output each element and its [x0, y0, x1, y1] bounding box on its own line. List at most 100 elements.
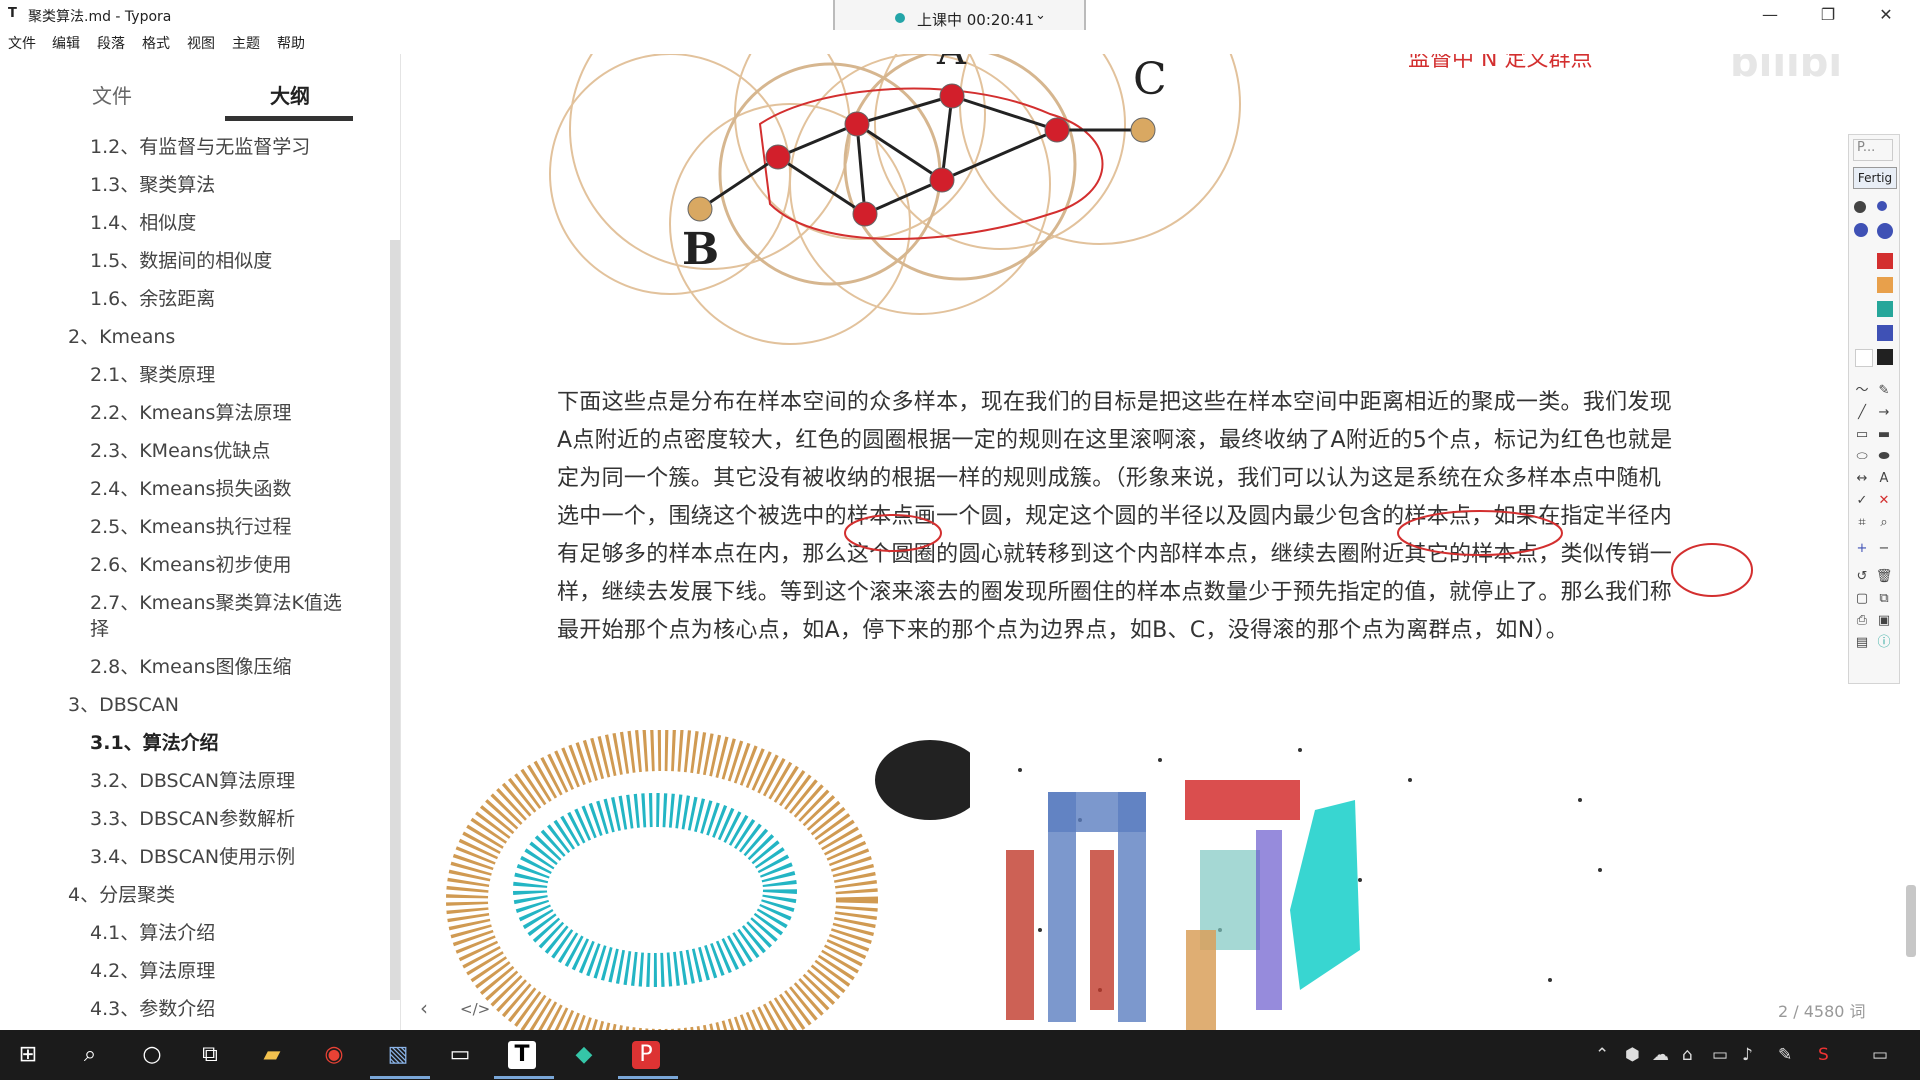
- app-green-icon[interactable]: ◆: [570, 1041, 598, 1069]
- copy-icon[interactable]: ⧉: [1875, 591, 1893, 607]
- pen-small-icon[interactable]: [1854, 201, 1866, 213]
- toolbar-pin-label[interactable]: P...: [1853, 139, 1893, 161]
- tab-outline[interactable]: 大纲: [270, 80, 310, 109]
- outline-item[interactable]: 1.5、数据间的相似度: [90, 248, 350, 274]
- outline-item[interactable]: 2.5、Kmeans执行过程: [90, 514, 350, 540]
- outline-item[interactable]: 1.4、相似度: [90, 210, 350, 236]
- line-icon[interactable]: ╱: [1853, 405, 1871, 421]
- minimize-button[interactable]: —: [1752, 4, 1788, 26]
- notification-icon[interactable]: ▭: [1872, 1045, 1888, 1065]
- pen-large-icon[interactable]: [1877, 223, 1893, 239]
- done-button[interactable]: Fertig: [1853, 167, 1897, 189]
- chrome-icon[interactable]: ◉: [320, 1041, 348, 1069]
- maximize-button[interactable]: ❐: [1810, 4, 1846, 26]
- network-icon[interactable]: ▭: [1712, 1045, 1728, 1065]
- tab-files[interactable]: 文件: [92, 80, 132, 109]
- terminal-icon[interactable]: ▭: [446, 1041, 474, 1069]
- rectangle-icon[interactable]: ▭: [1853, 427, 1871, 443]
- zoom-icon[interactable]: ⌕: [1875, 515, 1893, 531]
- outline-item[interactable]: 1.3、聚类算法: [90, 172, 350, 198]
- outline-item[interactable]: 4.2、算法原理: [90, 958, 350, 984]
- check-icon[interactable]: ✓: [1853, 493, 1871, 509]
- handwritten-note: 监督中 N 定义群点: [1408, 54, 1592, 72]
- outline-item[interactable]: 2.6、Kmeans初步使用: [90, 552, 350, 578]
- trash-icon[interactable]: 🗑: [1875, 569, 1893, 585]
- pdf-icon[interactable]: P: [632, 1041, 660, 1069]
- pencil-icon[interactable]: ✎: [1875, 383, 1893, 399]
- color-blue-swatch[interactable]: [1877, 325, 1893, 341]
- paint-icon[interactable]: ▧: [384, 1041, 412, 1069]
- outline-item[interactable]: 4.1、算法介绍: [90, 920, 350, 946]
- undo-icon[interactable]: ↺: [1853, 569, 1871, 585]
- outline-item[interactable]: 3、DBSCAN: [68, 692, 350, 718]
- filled-rect-icon[interactable]: ▬: [1875, 427, 1893, 443]
- ellipse-icon[interactable]: ⬭: [1853, 449, 1871, 465]
- page-icon[interactable]: ▢: [1853, 591, 1871, 607]
- freehand-icon[interactable]: 〜: [1853, 383, 1871, 399]
- menu-help[interactable]: 帮助: [277, 33, 305, 53]
- word-count[interactable]: 2 / 4580 词: [1778, 998, 1866, 1022]
- filled-ellipse-icon[interactable]: ⬬: [1875, 449, 1893, 465]
- outline-item[interactable]: 3.1、算法介绍: [90, 730, 350, 756]
- menu-view[interactable]: 视图: [187, 33, 215, 53]
- print-icon[interactable]: ⎙: [1853, 613, 1871, 629]
- search-icon[interactable]: ⌕: [76, 1041, 104, 1069]
- sidebar-scrollbar[interactable]: [390, 240, 400, 1000]
- outline-item[interactable]: 1.6、余弦距离: [90, 286, 350, 312]
- menu-paragraph[interactable]: 段落: [97, 33, 125, 53]
- outline-item[interactable]: 2.1、聚类原理: [90, 362, 350, 388]
- document-scrollbar[interactable]: [1906, 885, 1916, 957]
- text-icon[interactable]: A: [1875, 471, 1893, 487]
- color-orange-swatch[interactable]: [1877, 277, 1893, 293]
- device-icon[interactable]: ⌂: [1682, 1045, 1693, 1065]
- pen-tray-icon[interactable]: ✎: [1778, 1045, 1792, 1065]
- tray-app-icon[interactable]: ⬢: [1625, 1045, 1640, 1065]
- outline-item[interactable]: 2.3、KMeans优缺点: [90, 438, 350, 464]
- ink-annotations: [844, 510, 1753, 597]
- color-red-swatch[interactable]: [1877, 253, 1893, 269]
- plus-icon[interactable]: +: [1853, 541, 1871, 557]
- volume-icon[interactable]: ♪: [1742, 1045, 1753, 1065]
- outline-item[interactable]: 2.8、Kmeans图像压缩: [90, 654, 350, 680]
- cloud-icon[interactable]: ☁: [1652, 1045, 1669, 1065]
- back-icon[interactable]: ‹: [420, 996, 428, 1020]
- tray-chevron-icon[interactable]: ⌃: [1595, 1045, 1609, 1065]
- outline-item[interactable]: 2、Kmeans: [68, 324, 350, 350]
- ime-icon[interactable]: S: [1818, 1045, 1829, 1065]
- chevron-down-icon[interactable]: ⌄: [1035, 8, 1046, 23]
- windows-start-icon[interactable]: ⊞: [14, 1041, 42, 1069]
- color-teal-swatch[interactable]: [1877, 301, 1893, 317]
- close-button[interactable]: ✕: [1868, 4, 1904, 26]
- document-content: B C A 监督中 N 定义群点 bilibili 下面这些点是分布在样本空间的…: [400, 54, 1840, 1030]
- source-code-icon[interactable]: </>: [460, 1000, 490, 1018]
- outline-item[interactable]: 1.2、有监督与无监督学习: [90, 134, 350, 160]
- pen-medium-icon[interactable]: [1854, 223, 1868, 237]
- pen-dot-icon[interactable]: [1877, 201, 1887, 211]
- typora-icon[interactable]: T: [508, 1041, 536, 1069]
- cortana-icon[interactable]: ○: [138, 1041, 166, 1069]
- outline-item[interactable]: 3.4、DBSCAN使用示例: [90, 844, 350, 870]
- double-arrow-icon[interactable]: ↔: [1853, 471, 1871, 487]
- crop-icon[interactable]: ⌗: [1853, 515, 1871, 531]
- color-white-swatch[interactable]: [1855, 349, 1873, 367]
- outline-item[interactable]: 2.2、Kmeans算法原理: [90, 400, 350, 426]
- outline-item[interactable]: 4、分层聚类: [68, 882, 350, 908]
- outline-item[interactable]: 4.3、参数介绍: [90, 996, 350, 1022]
- arrow-icon[interactable]: →: [1875, 405, 1893, 421]
- outline-item[interactable]: 2.4、Kmeans损失函数: [90, 476, 350, 502]
- outline-item[interactable]: 3.3、DBSCAN参数解析: [90, 806, 350, 832]
- menu-theme[interactable]: 主题: [232, 33, 260, 53]
- outline-item[interactable]: 3.2、DBSCAN算法原理: [90, 768, 350, 794]
- menu-edit[interactable]: 编辑: [52, 33, 80, 53]
- screen-icon[interactable]: ▤: [1853, 635, 1871, 651]
- outline-item[interactable]: 2.7、Kmeans聚类算法K值选择: [90, 590, 350, 642]
- cross-icon[interactable]: ✕: [1875, 493, 1893, 509]
- color-black-swatch[interactable]: [1877, 349, 1893, 365]
- task-view-icon[interactable]: ⧉: [196, 1041, 224, 1069]
- minus-icon[interactable]: −: [1875, 541, 1893, 557]
- info-icon[interactable]: ⓘ: [1875, 635, 1893, 651]
- save-icon[interactable]: ▣: [1875, 613, 1893, 629]
- menu-file[interactable]: 文件: [8, 33, 36, 53]
- file-explorer-icon[interactable]: ▰: [258, 1041, 286, 1069]
- menu-format[interactable]: 格式: [142, 33, 170, 53]
